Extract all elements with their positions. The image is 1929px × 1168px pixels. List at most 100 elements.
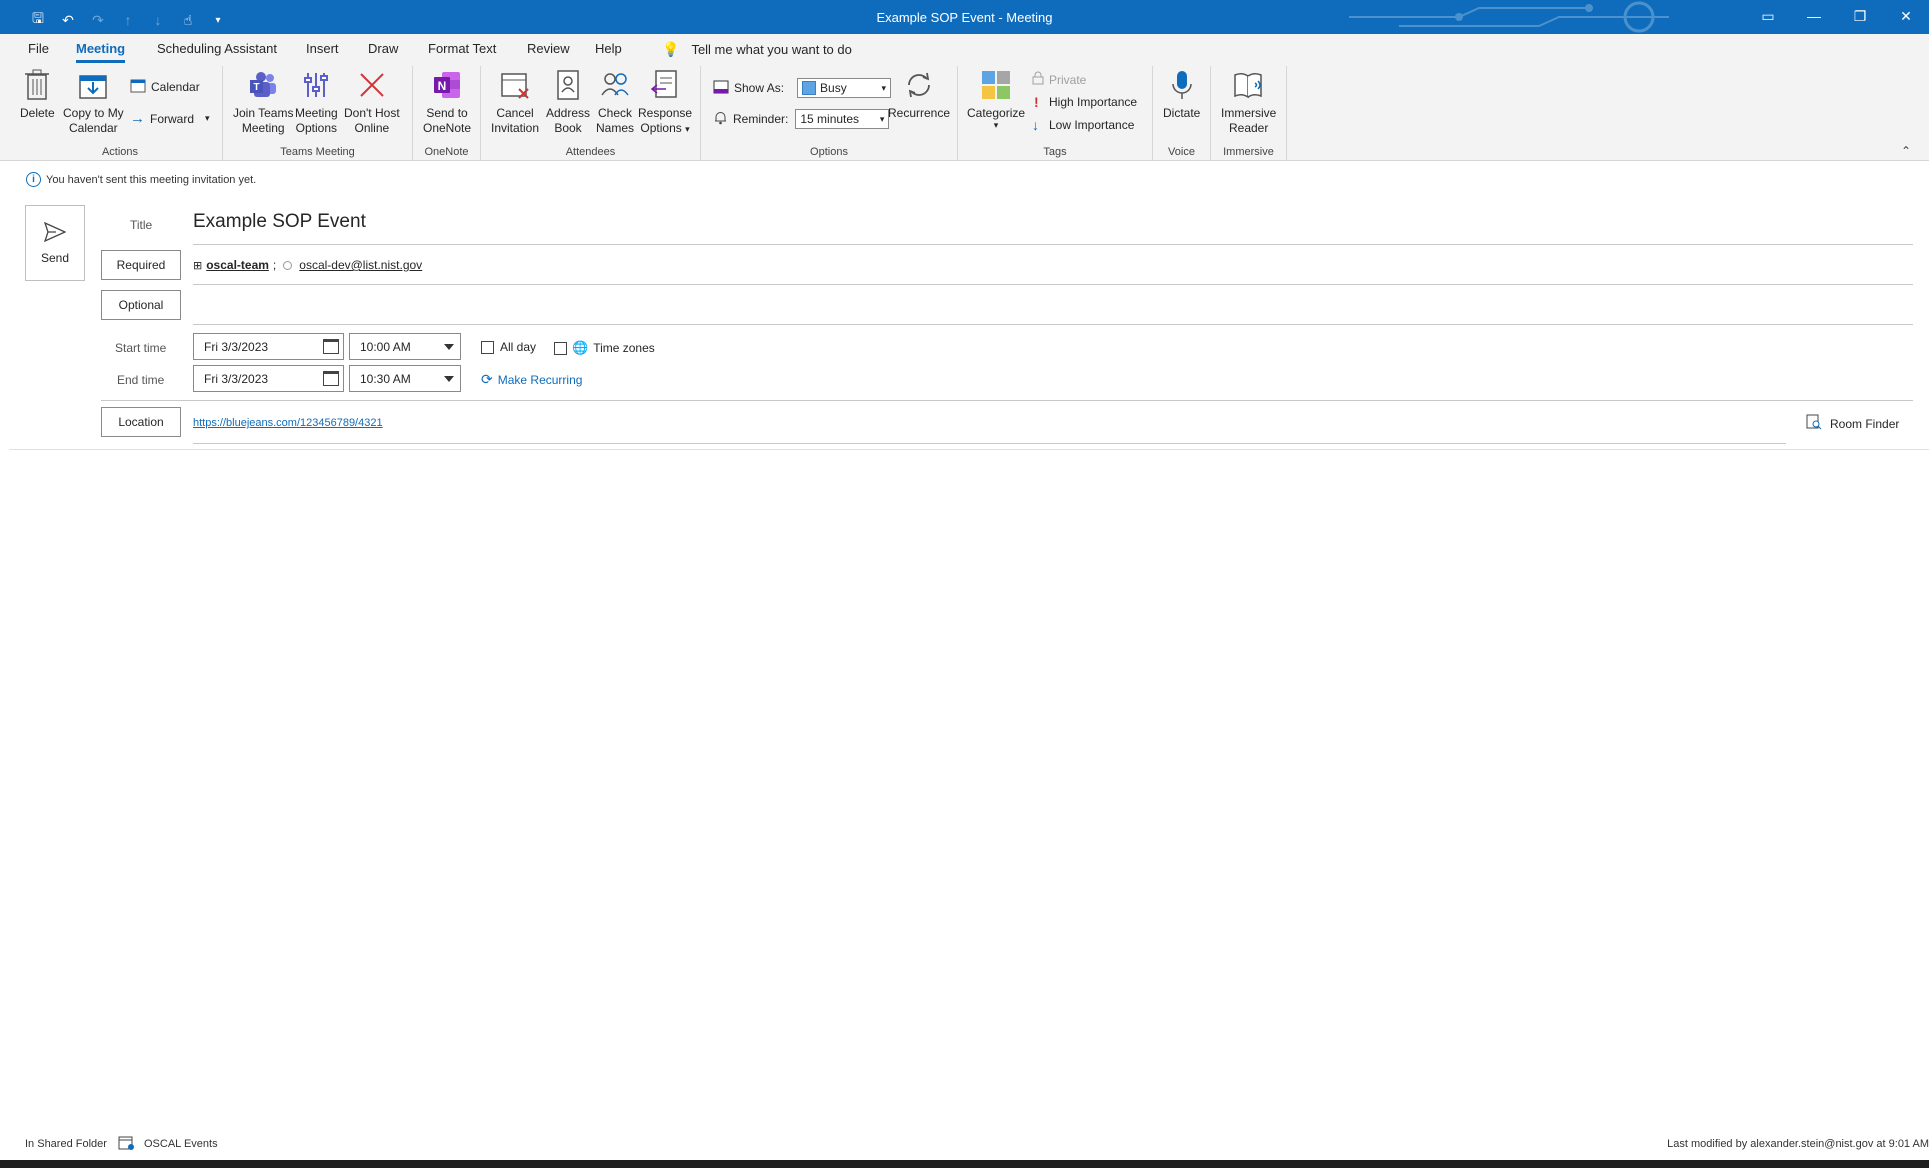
microphone-icon — [1165, 68, 1199, 102]
close-icon[interactable]: ✕ — [1883, 0, 1929, 34]
down-arrow-icon: ↓ — [1032, 117, 1039, 133]
chevron-down-icon[interactable] — [444, 376, 454, 382]
join-teams-meeting-button[interactable]: T Join Teams Meeting — [233, 68, 293, 136]
group-tags: Categorize ▾ Private ! High Importance ↓… — [958, 66, 1153, 161]
tab-meeting[interactable]: Meeting — [76, 41, 126, 63]
calendar-button[interactable]: Calendar — [130, 78, 200, 96]
presence-icon — [283, 260, 293, 270]
recurrence-button[interactable]: Recurrence — [888, 68, 950, 121]
group-onenote: N Send to OneNote OneNote — [413, 66, 481, 161]
checkbox-box[interactable] — [481, 340, 494, 354]
end-date-picker[interactable]: Fri 3/3/2023 — [193, 365, 344, 392]
tab-insert[interactable]: Insert — [306, 41, 339, 56]
attendee-group[interactable]: oscal-team — [206, 258, 269, 272]
send-to-onenote-button[interactable]: N Send to OneNote — [423, 68, 471, 136]
busy-color-swatch — [802, 81, 817, 95]
header-divider — [9, 449, 1929, 450]
start-date-picker[interactable]: Fri 3/3/2023 — [193, 333, 344, 360]
dictate-button[interactable]: Dictate — [1163, 68, 1200, 121]
expand-group-icon[interactable]: ⊞ — [193, 259, 202, 272]
bell-icon — [713, 110, 728, 128]
start-time-dropdown[interactable]: 10:00 AM — [349, 333, 461, 360]
tab-format-text[interactable]: Format Text — [428, 41, 496, 56]
forward-arrow-icon: → — [130, 110, 145, 127]
delete-button[interactable]: Delete — [20, 68, 55, 121]
restore-icon[interactable]: ❐ — [1837, 0, 1883, 34]
ribbon-tabs: File Meeting Scheduling Assistant Insert… — [0, 34, 1929, 66]
calendar-folder-icon — [118, 1135, 135, 1154]
time-zones-checkbox[interactable]: 🌐 Time zones — [554, 340, 655, 356]
private-button[interactable]: Private — [1032, 71, 1086, 88]
recurrence-icon: ⟳ — [481, 371, 493, 387]
cancel-calendar-icon — [498, 68, 532, 102]
optional-underline — [193, 324, 1913, 325]
shared-folder-name[interactable]: OSCAL Events — [144, 1138, 218, 1150]
dont-host-online-button[interactable]: Don't Host Online — [344, 68, 400, 136]
tell-me-text: Tell me what you want to do — [691, 42, 852, 57]
checkbox-box[interactable] — [554, 341, 567, 355]
minimize-icon[interactable]: — — [1791, 0, 1837, 34]
title-input[interactable]: Example SOP Event — [193, 211, 366, 233]
cancel-invitation-button[interactable]: Cancel Invitation — [491, 68, 539, 136]
categorize-button[interactable]: Categorize ▾ — [967, 68, 1025, 130]
start-time-label: Start time — [115, 341, 167, 355]
optional-attendees-field[interactable] — [193, 292, 1913, 322]
low-importance-button[interactable]: ↓ Low Importance — [1032, 117, 1134, 133]
chevron-down-icon: ▾ — [205, 113, 210, 123]
tell-me-search[interactable]: 💡 Tell me what you want to do — [662, 41, 852, 58]
red-x-icon — [355, 68, 389, 102]
chevron-down-icon[interactable] — [444, 344, 454, 350]
show-as-dropdown[interactable]: Busy ▾ — [797, 78, 892, 98]
copy-to-my-calendar-button[interactable]: Copy to My Calendar — [63, 68, 124, 136]
teams-icon: T — [246, 68, 280, 102]
end-time-dropdown[interactable]: 10:30 AM — [349, 365, 461, 392]
last-modified-text: Last modified by alexander.stein@nist.go… — [1667, 1138, 1929, 1150]
make-recurring-link[interactable]: ⟳ Make Recurring — [481, 371, 582, 388]
info-bar: i You haven't sent this meeting invitati… — [26, 172, 256, 187]
required-button[interactable]: Required — [101, 250, 181, 280]
high-importance-button[interactable]: ! High Importance — [1034, 94, 1137, 110]
time-section-divider — [101, 400, 1913, 401]
reminder-dropdown[interactable]: 15 minutes ▾ — [795, 109, 890, 129]
room-finder-icon — [1806, 414, 1822, 433]
response-options-button[interactable]: Response Options ▾ — [638, 68, 692, 137]
tab-file[interactable]: File — [28, 41, 49, 56]
tab-review[interactable]: Review — [527, 41, 570, 56]
forward-button[interactable]: → Forward ▾ — [130, 110, 210, 127]
window-controls: ▭ — ❐ ✕ — [1745, 0, 1929, 34]
location-button[interactable]: Location — [101, 407, 181, 437]
sliders-icon — [299, 68, 333, 102]
reminder-control: Reminder: 15 minutes ▾ — [713, 109, 890, 129]
optional-button[interactable]: Optional — [101, 290, 181, 320]
tab-scheduling-assistant[interactable]: Scheduling Assistant — [157, 41, 277, 56]
check-names-icon — [598, 68, 632, 102]
address-book-button[interactable]: Address Book — [546, 68, 590, 136]
chevron-down-icon: ▾ — [881, 82, 887, 93]
group-label-attendees: Attendees — [565, 146, 616, 158]
collapse-ribbon-icon[interactable]: ⌃ — [1901, 144, 1911, 158]
shared-folder-label: In Shared Folder — [25, 1138, 107, 1150]
show-as-icon — [713, 80, 729, 97]
calendar-icon[interactable] — [323, 371, 339, 386]
svg-text:N: N — [438, 79, 447, 93]
categorize-icon — [979, 68, 1013, 102]
meeting-options-button[interactable]: Meeting Options — [295, 68, 338, 136]
calendar-icon[interactable] — [323, 339, 339, 354]
trash-icon — [20, 68, 54, 102]
check-names-button[interactable]: Check Names — [596, 68, 634, 136]
all-day-checkbox[interactable]: All day — [481, 340, 536, 354]
response-options-icon — [648, 68, 682, 102]
immersive-reader-icon — [1232, 68, 1266, 102]
ribbon-display-icon[interactable]: ▭ — [1745, 0, 1791, 34]
tab-help[interactable]: Help — [595, 41, 622, 56]
tab-draw[interactable]: Draw — [368, 41, 398, 56]
send-button[interactable]: Send — [25, 205, 85, 281]
room-finder-button[interactable]: Room Finder — [1806, 414, 1899, 433]
title-underline — [193, 244, 1913, 245]
group-label-tags: Tags — [1043, 146, 1067, 158]
immersive-reader-button[interactable]: Immersive Reader — [1221, 68, 1276, 136]
location-input[interactable]: https://bluejeans.com/123456789/4321 — [193, 417, 383, 429]
required-attendees-field[interactable]: ⊞ oscal-team ; oscal-dev@list.nist.gov — [193, 258, 422, 272]
attendee-email[interactable]: oscal-dev@list.nist.gov — [299, 258, 422, 272]
message-body[interactable] — [9, 452, 1929, 1122]
